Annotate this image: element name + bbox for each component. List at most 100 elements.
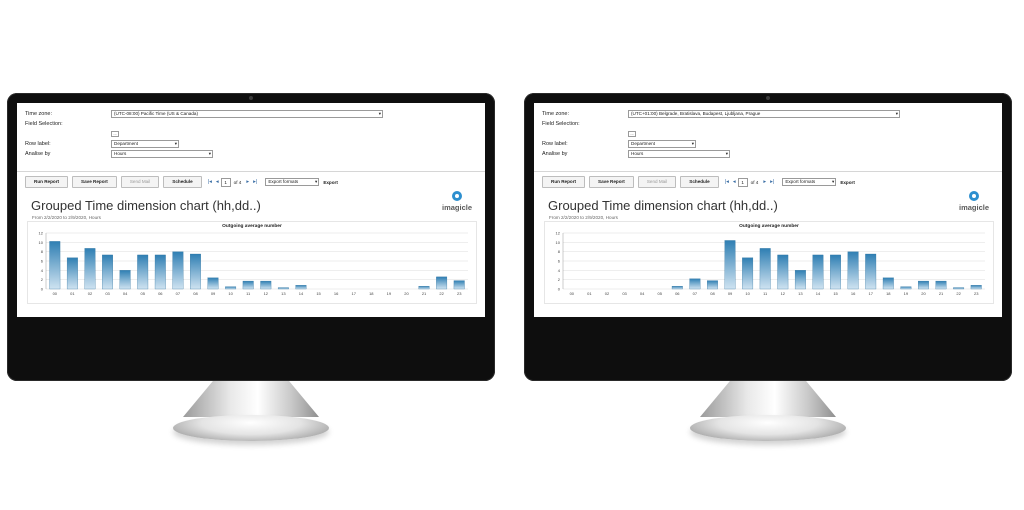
last-page-icon[interactable]: ▸| bbox=[770, 179, 774, 185]
bar-hour-18[interactable] bbox=[882, 277, 894, 290]
bar-hour-07[interactable] bbox=[689, 278, 701, 290]
x-tick-label: 22 bbox=[956, 291, 961, 296]
report-subtitle: From 2/2/2020 to 2/9/2020, Hours bbox=[32, 215, 101, 220]
send-mail-button[interactable]: Send Mail bbox=[637, 176, 677, 188]
previous-page-icon[interactable]: ◂ bbox=[216, 179, 219, 185]
bar-hour-13[interactable] bbox=[794, 270, 806, 290]
y-tick-label: 4 bbox=[41, 268, 44, 273]
row-label-select[interactable]: Department ▾ bbox=[111, 139, 179, 148]
export-formats-select[interactable]: Export formats ▾ bbox=[265, 178, 320, 186]
bar-hour-23[interactable] bbox=[453, 280, 465, 290]
y-tick-label: 0 bbox=[41, 287, 44, 292]
bar-hour-22[interactable] bbox=[953, 287, 965, 290]
bar-hour-15[interactable] bbox=[830, 254, 841, 290]
bar-hour-09[interactable] bbox=[207, 277, 219, 290]
logo-text: imagicle bbox=[958, 203, 989, 212]
schedule-button[interactable]: Schedule bbox=[163, 176, 202, 188]
x-tick-label: 16 bbox=[851, 291, 856, 296]
row-label-select[interactable]: Department ▾ bbox=[628, 139, 696, 148]
x-tick-label: 02 bbox=[605, 291, 610, 296]
x-tick-label: 15 bbox=[316, 291, 321, 296]
save-report-button[interactable]: Save Report bbox=[589, 176, 634, 188]
x-tick-label: 14 bbox=[299, 291, 304, 296]
bar-hour-10[interactable] bbox=[742, 257, 754, 290]
bar-hour-07[interactable] bbox=[172, 251, 184, 290]
export-link[interactable]: Export bbox=[323, 180, 338, 185]
bar-chart: 02468101200 01 02 03 04 05 06 07 08 09 10 11 12 13 14 1… bbox=[39, 231, 468, 296]
bar-hour-04[interactable] bbox=[119, 270, 131, 290]
x-tick-label: 10 bbox=[228, 291, 233, 296]
bar-hour-06[interactable] bbox=[154, 254, 166, 290]
x-tick-label: 18 bbox=[369, 291, 374, 296]
bar-hour-05[interactable] bbox=[137, 254, 149, 290]
x-tick-label: 19 bbox=[387, 291, 392, 296]
next-page-icon[interactable]: ▸ bbox=[246, 179, 249, 185]
save-report-button[interactable]: Save Report bbox=[72, 176, 117, 188]
bar-hour-01[interactable] bbox=[66, 257, 78, 290]
bar-hour-08[interactable] bbox=[707, 280, 718, 290]
first-page-icon[interactable]: |◂ bbox=[208, 179, 212, 185]
bar-hour-11[interactable] bbox=[759, 248, 771, 290]
send-mail-button[interactable]: Send Mail bbox=[120, 176, 160, 188]
first-page-icon[interactable]: |◂ bbox=[725, 179, 729, 185]
bar-hour-08[interactable] bbox=[190, 253, 201, 290]
x-tick-label: 19 bbox=[904, 291, 909, 296]
time-zone-select[interactable]: (UTC-08:00) Pacific Time (US & Canada) ▾ bbox=[111, 109, 383, 118]
logo-mark-icon bbox=[452, 191, 462, 201]
next-page-icon[interactable]: ▸ bbox=[763, 179, 766, 185]
x-tick-label: 17 bbox=[351, 291, 356, 296]
page-number-input[interactable]: 1 bbox=[737, 177, 748, 187]
x-tick-label: 07 bbox=[693, 291, 698, 296]
monitor-stand-base bbox=[690, 415, 846, 441]
camera-dot bbox=[766, 96, 770, 100]
analise-by-select[interactable]: Hours ▾ bbox=[111, 149, 213, 158]
bar-hour-06[interactable] bbox=[671, 286, 683, 290]
previous-page-icon[interactable]: ◂ bbox=[733, 179, 736, 185]
last-page-icon[interactable]: ▸| bbox=[253, 179, 257, 185]
imagicle-logo: imagicle bbox=[956, 191, 992, 217]
analise-by-select[interactable]: Hours ▾ bbox=[628, 149, 730, 158]
page-number-input[interactable]: 1 bbox=[220, 177, 231, 187]
run-report-button[interactable]: Run Report bbox=[25, 176, 69, 188]
bar-hour-00[interactable] bbox=[49, 241, 61, 290]
bar-hour-02[interactable] bbox=[84, 248, 96, 290]
bar-hour-10[interactable] bbox=[225, 286, 237, 290]
bar-hour-13[interactable] bbox=[277, 287, 289, 290]
field-selection-button[interactable]: ... bbox=[111, 130, 119, 137]
bar-hour-21[interactable] bbox=[935, 280, 947, 290]
field-selection-button[interactable]: ... bbox=[628, 130, 636, 137]
x-tick-label: 22 bbox=[439, 291, 444, 296]
bar-hour-20[interactable] bbox=[918, 280, 929, 290]
x-tick-label: 04 bbox=[640, 291, 645, 296]
schedule-button[interactable]: Schedule bbox=[680, 176, 719, 188]
export-link[interactable]: Export bbox=[840, 180, 855, 185]
bar-hour-14[interactable] bbox=[295, 285, 307, 290]
x-tick-label: 01 bbox=[70, 291, 75, 296]
x-tick-label: 07 bbox=[176, 291, 181, 296]
bar-hour-21[interactable] bbox=[418, 286, 430, 290]
time-zone-select[interactable]: (UTC+01:00) Belgrade, Bratislava, Budape… bbox=[628, 109, 900, 118]
bar-hour-12[interactable] bbox=[777, 254, 789, 290]
bar-hour-17[interactable] bbox=[865, 253, 877, 290]
bar-hour-12[interactable] bbox=[260, 280, 272, 290]
y-tick-label: 6 bbox=[41, 259, 44, 264]
x-tick-label: 13 bbox=[281, 291, 286, 296]
bar-hour-14[interactable] bbox=[812, 254, 824, 290]
x-tick-label: 12 bbox=[264, 291, 269, 296]
report-screen: Time zone: (UTC-08:00) Pacific Time (US … bbox=[17, 103, 485, 317]
bar-hour-03[interactable] bbox=[102, 254, 113, 290]
monitor-stand-neck bbox=[700, 381, 836, 417]
bar-hour-22[interactable] bbox=[436, 276, 448, 290]
run-report-button[interactable]: Run Report bbox=[542, 176, 586, 188]
bar-hour-09[interactable] bbox=[724, 240, 736, 290]
bar-hour-19[interactable] bbox=[900, 286, 912, 290]
x-tick-label: 05 bbox=[140, 291, 145, 296]
x-tick-label: 23 bbox=[974, 291, 979, 296]
bar-hour-23[interactable] bbox=[970, 285, 982, 290]
export-formats-select[interactable]: Export formats ▾ bbox=[782, 178, 837, 186]
bar-hour-16[interactable] bbox=[847, 251, 859, 290]
filter-form: Time zone: (UTC+01:00) Belgrade, Bratisl… bbox=[534, 103, 1002, 172]
bar-hour-11[interactable] bbox=[242, 280, 254, 290]
chevron-down-icon: ▾ bbox=[378, 110, 381, 116]
monitor-bezel: Time zone: (UTC-08:00) Pacific Time (US … bbox=[7, 93, 495, 381]
